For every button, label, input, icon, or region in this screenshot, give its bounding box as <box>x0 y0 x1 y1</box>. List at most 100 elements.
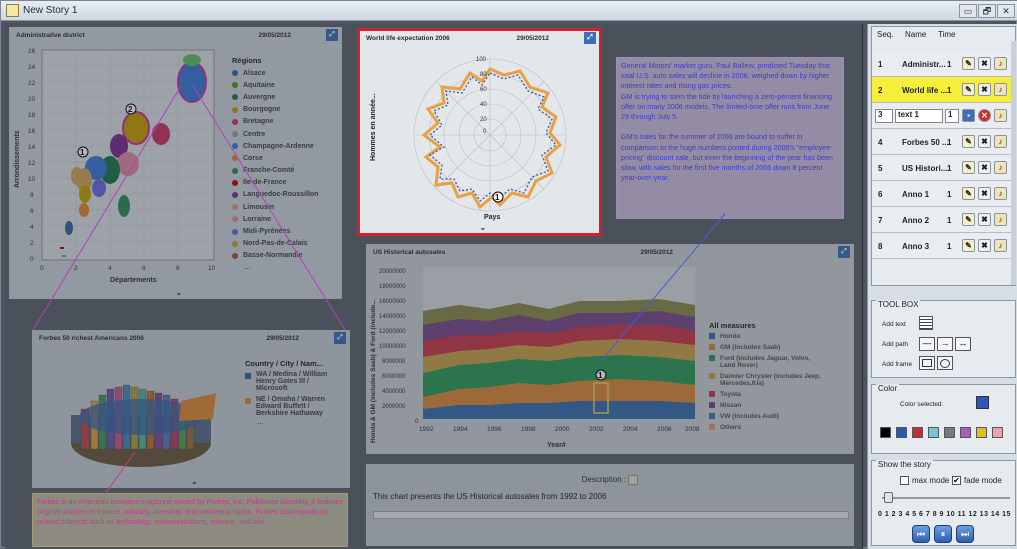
color-swatch-pink[interactable] <box>992 427 1003 438</box>
color-swatch-purple[interactable] <box>960 427 971 438</box>
y-tick: 10 <box>28 176 36 183</box>
edit-icon[interactable]: ✎ <box>962 161 975 174</box>
sequence-row[interactable]: 4 Forbes 50 ... 1 ✎ ✖ ♪ <box>872 129 1011 155</box>
color-swatch-black[interactable] <box>880 427 891 438</box>
sequence-row[interactable]: 7 Anno 21 ✎ ✖ ♪ <box>872 207 1011 233</box>
add-text-icon[interactable] <box>919 316 933 330</box>
ellipse-frame-icon[interactable] <box>937 356 953 370</box>
edit-icon[interactable]: ✎ <box>962 187 975 200</box>
delete-icon[interactable]: ✖ <box>978 213 991 226</box>
add-path-label: Add path <box>882 341 909 348</box>
max-mode-checkbox[interactable] <box>900 476 909 485</box>
story-canvas: Administrative district 29/05/2012 ⤢ Arr… <box>5 24 863 549</box>
text-annotation-forbes[interactable]: Forbes is an American business magazine … <box>32 493 348 547</box>
forward-button[interactable]: ⏭ <box>956 525 974 543</box>
legend-item: Lorraine <box>232 213 318 225</box>
legend-item: Ile-de-France <box>232 177 318 189</box>
collapse-chevron-icon[interactable]: ⌄ <box>176 288 183 297</box>
sound-icon[interactable]: ♪ <box>994 135 1007 148</box>
panel-forbes-50[interactable]: Forbes 50 richest Americans 2006 29/05/2… <box>32 330 350 488</box>
timeline-slider-handle[interactable] <box>884 492 893 503</box>
edit-icon[interactable]: ✎ <box>962 135 975 148</box>
edit-icon[interactable]: ✎ <box>962 213 975 226</box>
save-icon[interactable]: ▪ <box>962 109 975 122</box>
fade-mode-checkbox[interactable]: ✔ <box>952 476 961 485</box>
y-tick: 6 <box>30 208 34 215</box>
sequence-row-selected[interactable]: 2 World life ... 1 ✎ ✖ ♪ <box>872 77 1011 103</box>
color-swatch-red[interactable] <box>912 427 923 438</box>
text-annotation-gm[interactable]: General Motors' market guru, Paul Ballew… <box>616 57 844 219</box>
y-tick: 20000000 <box>379 269 406 275</box>
sound-icon[interactable]: ♪ <box>994 109 1007 122</box>
expand-icon[interactable]: ⤢ <box>584 32 596 44</box>
rewind-button[interactable]: ⏮ <box>912 525 930 543</box>
panel-world-life-expectation[interactable]: World life expectation 2006 29/05/2012 ⤢… <box>357 28 602 236</box>
sound-icon[interactable]: ♪ <box>994 83 1007 96</box>
y-tick: 2000000 <box>382 404 406 410</box>
minimize-button[interactable]: ▭ <box>959 4 977 18</box>
pie-chart-3d <box>71 384 216 467</box>
panel-header: Administrative district 29/05/2012 ⤢ <box>10 28 341 43</box>
delete-icon[interactable]: ✖ <box>978 135 991 148</box>
delete-icon[interactable]: ✖ <box>978 187 991 200</box>
y-tick: 16000000 <box>379 299 406 305</box>
double-arrow-tool-icon[interactable]: ↔ <box>955 337 971 351</box>
sound-icon[interactable]: ♪ <box>994 213 1007 226</box>
collapse-chevron-icon[interactable]: ⌄ <box>191 477 198 486</box>
x-tick: 1998 <box>521 426 536 433</box>
sequence-row[interactable]: 1 Administr... 1 ✎ ✖ ♪ <box>872 51 1011 77</box>
rectangle-frame-icon[interactable] <box>919 356 935 370</box>
arrow-tool-icon[interactable]: → <box>937 337 953 351</box>
line-tool-icon[interactable]: — <box>919 337 935 351</box>
panel-date: 29/05/2012 <box>258 32 291 39</box>
color-section: Color Color selected: <box>871 384 1016 454</box>
name-input[interactable]: text 1 <box>895 109 943 123</box>
edit-icon[interactable]: ✎ <box>962 57 975 70</box>
color-swatch-blue[interactable] <box>896 427 907 438</box>
maximize-button[interactable]: 🗗 <box>978 4 996 18</box>
legend-more: ... <box>257 417 264 426</box>
sound-icon[interactable]: ♪ <box>994 161 1007 174</box>
add-text-label: Add text <box>882 321 906 328</box>
color-swatch-cyan[interactable] <box>928 427 939 438</box>
panel-administrative-district[interactable]: Administrative district 29/05/2012 ⤢ Arr… <box>9 27 342 299</box>
sequence-row[interactable]: 5 US Histori... 1 ✎ ✖ ♪ <box>872 155 1011 181</box>
legend-item: VW (includes Audi) <box>709 413 821 420</box>
edit-icon[interactable]: ✎ <box>962 83 975 96</box>
color-swatch-yellow[interactable] <box>976 427 987 438</box>
expand-icon[interactable]: ⤢ <box>334 332 346 344</box>
vertical-scrollbar[interactable] <box>1011 41 1016 285</box>
sound-icon[interactable]: ♪ <box>994 239 1007 252</box>
sequence-row[interactable]: 8 Anno 31 ✎ ✖ ♪ <box>872 233 1011 259</box>
legend-item: GM (includes Saab) <box>709 344 821 351</box>
description-label: Description : <box>581 475 627 485</box>
sequence-row[interactable]: 6 Anno 11 ✎ ✖ ♪ <box>872 181 1011 207</box>
delete-icon[interactable]: ✖ <box>978 57 991 70</box>
panel-us-historical-autosales[interactable]: US Historical autosales 29/05/2012 ⤢ Hon… <box>366 244 854 454</box>
delete-icon[interactable]: ✖ <box>978 239 991 252</box>
timeline-slider-track[interactable] <box>882 497 1010 499</box>
color-selected-label: Color selected: <box>900 401 944 408</box>
delete-icon[interactable]: ✖ <box>978 161 991 174</box>
edit-icon[interactable] <box>628 475 639 485</box>
edit-icon[interactable]: ✎ <box>962 239 975 252</box>
horizontal-scrollbar[interactable] <box>373 511 849 519</box>
time-input[interactable]: 1 <box>945 109 959 123</box>
color-swatch-gray[interactable] <box>944 427 955 438</box>
seq-header: Seq. <box>877 30 894 39</box>
pause-button[interactable]: ⏸ <box>934 525 952 543</box>
right-sidebar: Seq. Name Time 1 Administr... 1 ✎ ✖ ♪ 2 World… <box>867 24 1017 549</box>
sound-icon[interactable]: ♪ <box>994 187 1007 200</box>
expand-icon[interactable]: ⤢ <box>326 29 338 41</box>
y-tick: 0 <box>30 256 34 263</box>
collapse-chevron-icon[interactable]: ⌄ <box>480 223 487 232</box>
close-button[interactable]: ✕ <box>997 4 1015 18</box>
delete-icon[interactable]: ✖ <box>978 83 991 96</box>
sequence-row-editing[interactable]: 3 text 1 1 ▪ ✕ ♪ <box>872 103 1011 129</box>
show-story-section: Show the story max mode ✔ fade mode 0 1 … <box>871 460 1016 546</box>
expand-icon[interactable]: ⤢ <box>838 246 850 258</box>
cancel-icon[interactable]: ✕ <box>978 109 991 122</box>
seq-input[interactable]: 3 <box>875 109 893 123</box>
fade-mode-label: fade mode <box>964 476 1002 485</box>
sound-icon[interactable]: ♪ <box>994 57 1007 70</box>
